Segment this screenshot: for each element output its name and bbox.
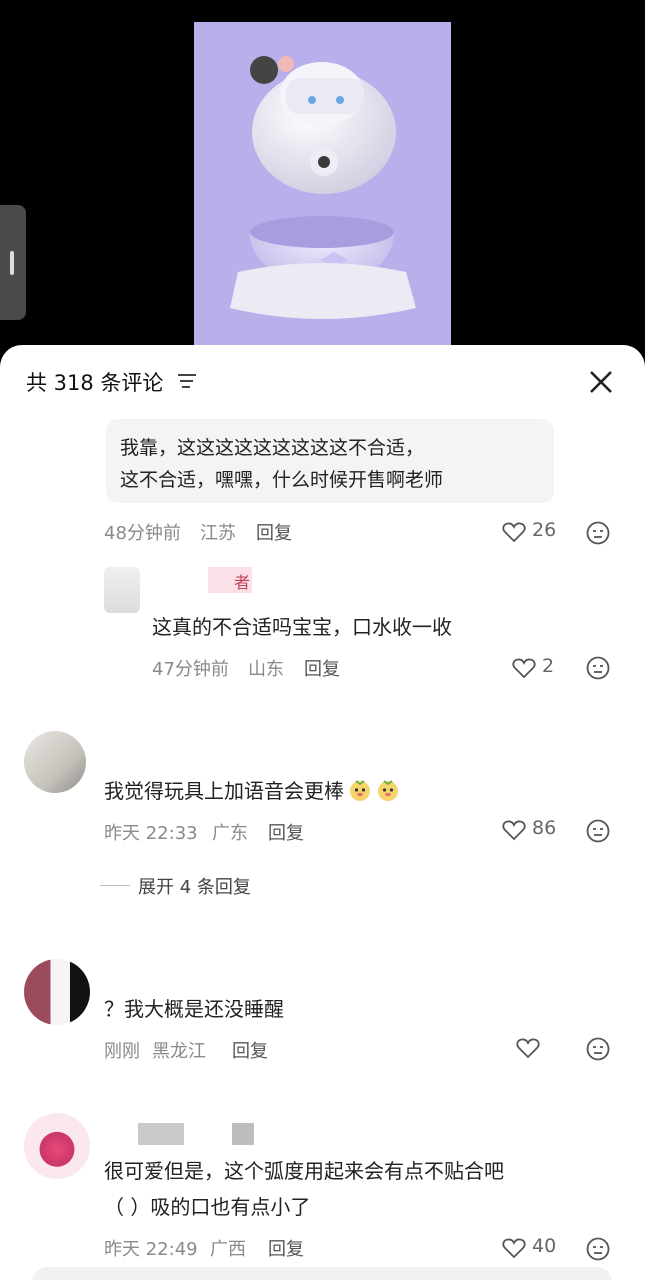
comment-time: 48分钟前 [104, 523, 181, 544]
comments-sheet: 共 318 条评论 我靠，这这这这这这这这这不合适， 这不合适，嘿嘿，什么时候开… [0, 345, 645, 1280]
comment-location: 广西 [210, 1239, 246, 1260]
quoted-comment-bubble: 我靠，这这这这这这这这这不合适， 这不合适，嘿嘿，什么时候开售啊老师 [106, 419, 554, 503]
product-photo[interactable] [194, 22, 451, 346]
side-drawer-handle[interactable] [0, 205, 26, 320]
avatar[interactable] [104, 567, 140, 613]
comment-location: 黑龙江 [152, 1041, 206, 1062]
reply-button[interactable]: 回复 [268, 819, 304, 845]
comment-time: 昨天 22:33 [104, 823, 198, 844]
heart-icon[interactable] [512, 657, 536, 679]
comment-time: 昨天 22:49 [104, 1239, 198, 1260]
comment-time: 47分钟前 [152, 659, 229, 680]
author-badge: 者 [208, 567, 252, 593]
avatar[interactable] [24, 959, 90, 1025]
expand-divider [100, 885, 130, 886]
comment-text: 这真的不合适吗宝宝，口水收一收 [152, 615, 452, 639]
comment-input-bar[interactable] [32, 1267, 612, 1280]
comment-text-line: （ ）吸的口也有点小了 [104, 1195, 311, 1219]
like-count: 40 [532, 1235, 557, 1257]
dislike-icon[interactable] [585, 520, 611, 546]
comment-text: ？我大概是还没睡醒 [104, 997, 284, 1021]
comment-time: 刚刚 [104, 1041, 140, 1062]
reply-button[interactable]: 回复 [268, 1235, 304, 1261]
avatar[interactable] [24, 731, 86, 793]
dislike-icon[interactable] [585, 1236, 611, 1262]
comment-text-line: 很可爱但是，这个弧度用起来会有点不贴合吧 [104, 1159, 504, 1183]
dislike-icon[interactable] [585, 655, 611, 681]
like-count: 86 [532, 817, 557, 839]
comment-location: 山东 [248, 659, 284, 680]
like-count: 2 [542, 655, 555, 677]
avatar[interactable] [24, 1113, 90, 1179]
author-badge-label: 者 [234, 573, 251, 592]
heart-icon[interactable] [502, 521, 526, 543]
redacted-username [138, 1123, 184, 1145]
comment-text-body: 我觉得玩具上加语音会更棒 [104, 779, 344, 803]
emoji-icon [350, 780, 370, 801]
comment-text-line: 这不合适，嘿嘿，什么时候开售啊老师 [120, 469, 444, 491]
filter-icon[interactable] [176, 371, 198, 391]
dislike-icon[interactable] [585, 818, 611, 844]
dislike-icon[interactable] [585, 1036, 611, 1062]
reply-button[interactable]: 回复 [256, 519, 292, 545]
emoji-icon [378, 780, 398, 801]
reply-button[interactable]: 回复 [304, 655, 340, 681]
comment-location: 江苏 [200, 523, 236, 544]
like-count: 26 [532, 519, 557, 541]
heart-icon[interactable] [516, 1037, 540, 1059]
close-icon[interactable] [588, 369, 614, 395]
heart-icon[interactable] [502, 819, 526, 841]
comments-count-title: 共 318 条评论 [26, 371, 164, 395]
expand-replies-button[interactable]: 展开 4 条回复 [138, 873, 251, 899]
heart-icon[interactable] [502, 1237, 526, 1259]
redacted-username [232, 1123, 254, 1145]
comment-text: 我觉得玩具上加语音会更棒 [104, 775, 400, 804]
reply-button[interactable]: 回复 [232, 1037, 268, 1063]
media-viewer [0, 0, 645, 370]
comment-text-line: 我靠，这这这这这这这这这不合适， [120, 437, 425, 459]
comment-location: 广东 [212, 823, 248, 844]
